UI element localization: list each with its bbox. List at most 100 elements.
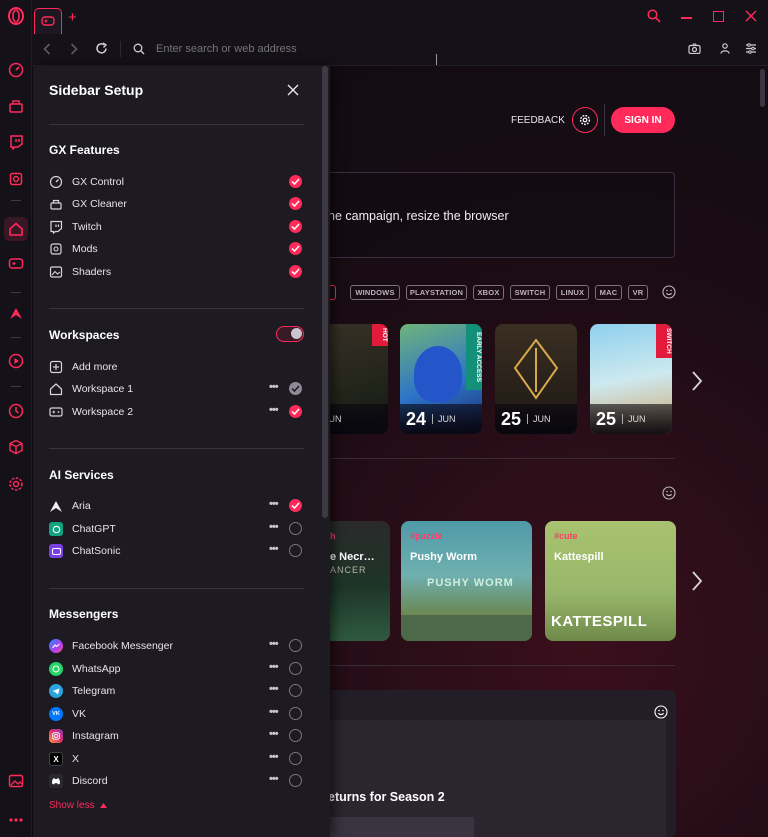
address-input[interactable] bbox=[156, 41, 426, 57]
release-card[interactable]: SWITCH 25 JUN bbox=[590, 324, 672, 434]
more-options-button[interactable]: ••• bbox=[269, 543, 279, 555]
sidebar-option-aria[interactable]: Aria ••• bbox=[49, 497, 304, 515]
new-tab-button[interactable]: + bbox=[68, 9, 77, 26]
player-icon[interactable] bbox=[6, 351, 26, 371]
sidebar-option-vk[interactable]: VK VK ••• bbox=[49, 705, 304, 723]
checkbox-unchecked[interactable] bbox=[289, 729, 302, 742]
chip-vr[interactable]: VR bbox=[628, 285, 648, 300]
checkbox-checked[interactable] bbox=[289, 499, 302, 512]
checkbox-checked[interactable] bbox=[289, 175, 302, 188]
sidebar-option-x[interactable]: X X ••• bbox=[49, 750, 304, 768]
page-scrollbar[interactable] bbox=[760, 69, 765, 107]
sidebar-option-instagram[interactable]: Instagram ••• bbox=[49, 727, 304, 745]
sidebar-option-mods[interactable]: Mods bbox=[49, 240, 304, 258]
checkbox-checked[interactable] bbox=[289, 242, 302, 255]
forward-button[interactable] bbox=[70, 43, 78, 55]
sidebar-option-facebook-messenger[interactable]: Facebook Messenger ••• bbox=[49, 637, 304, 655]
checkbox-unchecked[interactable] bbox=[289, 752, 302, 765]
snapshot-camera-icon[interactable] bbox=[688, 43, 701, 54]
panel-scrollbar[interactable] bbox=[322, 66, 328, 518]
feedback-link[interactable]: FEEDBACK bbox=[511, 115, 565, 126]
checkbox-unchecked[interactable] bbox=[289, 684, 302, 697]
settings-gear-icon[interactable] bbox=[6, 474, 26, 494]
checkbox-unchecked[interactable] bbox=[289, 662, 302, 675]
header-divider bbox=[604, 104, 605, 136]
history-icon[interactable] bbox=[6, 401, 26, 421]
gx-control-icon[interactable] bbox=[6, 60, 26, 80]
add-workspace-button[interactable]: Add more bbox=[49, 358, 304, 376]
sidebar-option-telegram[interactable]: Telegram ••• bbox=[49, 682, 304, 700]
sidebar-option-workspace-1[interactable]: Workspace 1 ••• bbox=[49, 380, 304, 398]
more-options-button[interactable]: ••• bbox=[269, 751, 279, 763]
more-options-button[interactable]: ••• bbox=[269, 404, 279, 416]
more-options-button[interactable]: ••• bbox=[269, 728, 279, 740]
chip-linux[interactable]: LINUX bbox=[556, 285, 589, 300]
profile-icon[interactable] bbox=[720, 43, 730, 54]
sidebar-option-chatsonic[interactable]: ChatSonic ••• bbox=[49, 542, 304, 560]
smiley-icon[interactable] bbox=[654, 705, 668, 719]
back-button[interactable] bbox=[43, 43, 51, 55]
checkbox-checked[interactable] bbox=[289, 220, 302, 233]
checkbox-checked[interactable] bbox=[289, 265, 302, 278]
more-options-button[interactable]: ••• bbox=[269, 381, 279, 393]
workspaces-toggle[interactable] bbox=[276, 326, 304, 342]
more-options-button[interactable]: ••• bbox=[269, 661, 279, 673]
opera-logo-icon[interactable] bbox=[6, 6, 26, 26]
gx-cleaner-icon[interactable] bbox=[6, 96, 26, 116]
chip-windows[interactable]: WINDOWS bbox=[350, 285, 400, 300]
sidebar-option-discord[interactable]: Discord ••• bbox=[49, 772, 304, 790]
more-options-icon[interactable] bbox=[6, 810, 26, 830]
chip-playstation[interactable]: PLAYSTATION bbox=[406, 285, 467, 300]
carousel-next-arrow-icon[interactable] bbox=[690, 370, 704, 392]
checkbox-unchecked[interactable] bbox=[289, 522, 302, 535]
sidebar-option-chatgpt[interactable]: ChatGPT ••• bbox=[49, 520, 304, 538]
checkbox-unchecked[interactable] bbox=[289, 544, 302, 557]
reload-button[interactable] bbox=[95, 42, 108, 55]
extensions-cube-icon[interactable] bbox=[6, 437, 26, 457]
sign-in-button[interactable]: SIGN IN bbox=[611, 107, 675, 133]
sidebar-option-workspace-2[interactable]: Workspace 2 ••• bbox=[49, 403, 304, 421]
smiley-icon[interactable] bbox=[662, 486, 676, 500]
maximize-button[interactable] bbox=[713, 11, 724, 22]
checkbox-checked[interactable] bbox=[289, 197, 302, 210]
easy-setup-icon[interactable] bbox=[745, 43, 757, 54]
chip-switch[interactable]: SWITCH bbox=[510, 285, 550, 300]
checkbox-unchecked[interactable] bbox=[289, 774, 302, 787]
featured-game-card[interactable]: #cute Kattespill KATTESPILL bbox=[545, 521, 676, 641]
aria-icon[interactable] bbox=[6, 303, 26, 323]
release-card[interactable]: EARLY ACCESS 24 JUN bbox=[400, 324, 482, 434]
sidebar-option-whatsapp[interactable]: WhatsApp ••• bbox=[49, 660, 304, 678]
mods-icon[interactable] bbox=[6, 169, 26, 189]
more-options-button[interactable]: ••• bbox=[269, 521, 279, 533]
show-less-link[interactable]: Show less bbox=[49, 800, 108, 811]
tab-gx-corner[interactable] bbox=[34, 8, 62, 34]
more-options-button[interactable]: ••• bbox=[269, 706, 279, 718]
sidebar-option-shaders[interactable]: Shaders bbox=[49, 263, 304, 281]
more-options-button[interactable]: ••• bbox=[269, 498, 279, 510]
featured-game-card[interactable]: #puzzle Pushy Worm PUSHY WORM bbox=[401, 521, 532, 641]
chip-xbox[interactable]: XBOX bbox=[473, 285, 504, 300]
more-options-button[interactable]: ••• bbox=[269, 773, 279, 785]
checkbox-unchecked[interactable] bbox=[289, 707, 302, 720]
search-tabs-icon[interactable] bbox=[647, 9, 661, 23]
checkbox-unchecked[interactable] bbox=[289, 639, 302, 652]
more-options-button[interactable]: ••• bbox=[269, 638, 279, 650]
twitch-icon[interactable] bbox=[6, 132, 26, 152]
checkbox-checked[interactable] bbox=[289, 405, 302, 418]
smiley-icon[interactable] bbox=[662, 285, 676, 299]
close-panel-button[interactable] bbox=[287, 84, 299, 96]
page-settings-button[interactable] bbox=[572, 107, 598, 133]
minimize-button[interactable] bbox=[681, 17, 692, 19]
carousel-next-arrow-icon[interactable] bbox=[690, 570, 704, 592]
workspace-2-icon[interactable] bbox=[6, 253, 26, 273]
sidebar-option-gx-control[interactable]: GX Control bbox=[49, 173, 304, 191]
rail-divider bbox=[11, 292, 21, 293]
sidebar-option-gx-cleaner[interactable]: GX Cleaner bbox=[49, 195, 304, 213]
more-options-button[interactable]: ••• bbox=[269, 683, 279, 695]
close-window-button[interactable] bbox=[745, 10, 757, 22]
chip-mac[interactable]: MAC bbox=[595, 285, 622, 300]
release-card[interactable]: 25 JUN bbox=[495, 324, 577, 434]
wallpaper-icon[interactable] bbox=[6, 771, 26, 791]
sidebar-option-twitch[interactable]: Twitch bbox=[49, 218, 304, 236]
workspace-1-icon[interactable] bbox=[4, 217, 28, 241]
